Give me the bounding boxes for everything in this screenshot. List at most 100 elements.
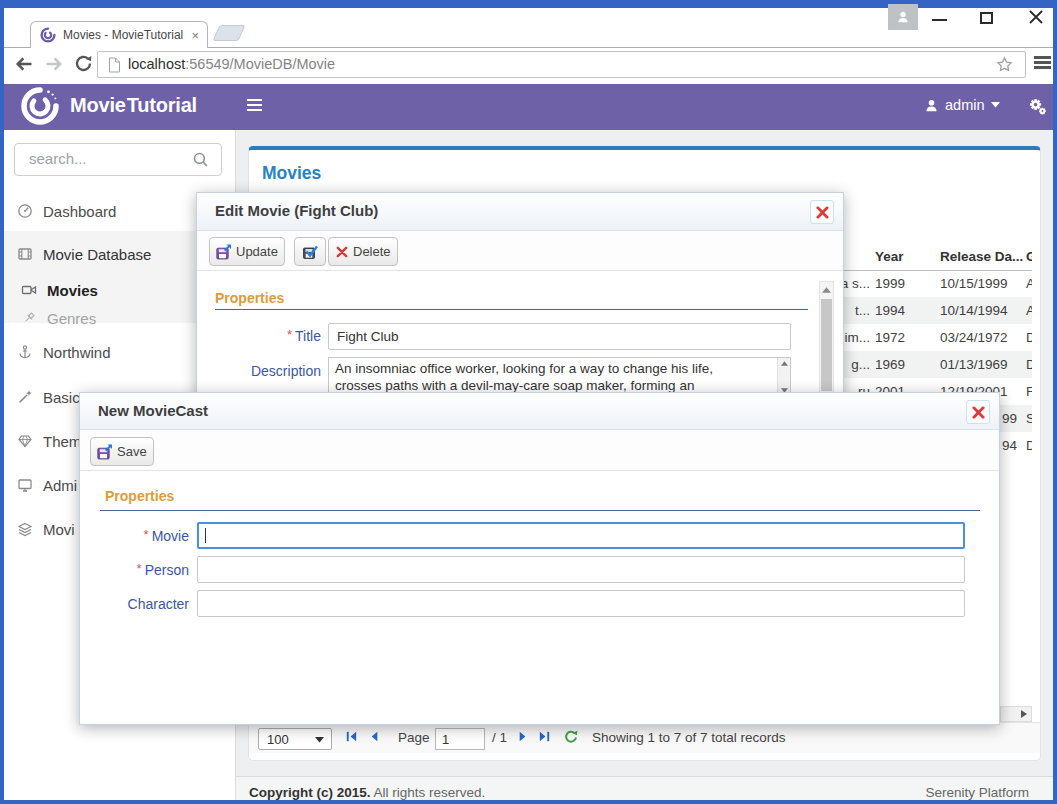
description-field-textarea[interactable]: An insomniac office worker, looking for … (328, 357, 791, 397)
cast-dialog-titlebar[interactable]: New MovieCast (80, 393, 999, 430)
last-page-button[interactable] (537, 729, 552, 748)
maximize-button[interactable] (980, 12, 993, 24)
page-label: Page (398, 730, 430, 745)
movie-field-input[interactable] (197, 522, 965, 549)
scroll-right-icon (1020, 710, 1028, 718)
cast-dialog-toolbar: Save (80, 430, 999, 471)
first-page-button[interactable] (344, 729, 359, 748)
sidebar-search[interactable]: search... (14, 143, 222, 176)
sidebar-toggle-icon[interactable] (247, 99, 262, 111)
col-header-genre[interactable]: Genre (1026, 249, 1032, 264)
refresh-icon[interactable] (563, 729, 579, 749)
film-icon (17, 246, 33, 262)
browser-window: Movies - MovieTutorial × localhost:56549… (0, 0, 1057, 804)
properties-section-line (100, 510, 980, 511)
dashboard-icon (17, 203, 33, 219)
tab-title: Movies - MovieTutorial (63, 28, 183, 42)
settings-gears-icon[interactable] (1028, 97, 1047, 120)
footer-platform: Serenity Platform (925, 785, 1029, 800)
sidebar-item-administration[interactable]: Admi (17, 472, 77, 498)
back-button[interactable] (14, 54, 34, 78)
prev-page-button[interactable] (367, 729, 382, 748)
diamond-icon (17, 433, 33, 449)
scrollbar-thumb[interactable] (821, 299, 832, 391)
forward-button[interactable] (44, 54, 64, 78)
person-field-input[interactable] (197, 556, 965, 583)
select-caret-icon (315, 737, 324, 743)
user-menu[interactable]: admin (924, 97, 1000, 113)
save-icon (216, 244, 232, 260)
page-title: Movies (262, 163, 321, 184)
person-field-label: *Person (80, 562, 189, 578)
character-field-input[interactable] (197, 590, 965, 617)
app-navbar: MovieTutorial admin (4, 84, 1053, 130)
pager-status: Showing 1 to 7 of 7 total records (592, 730, 786, 745)
sidebar-item-dashboard[interactable]: Dashboard (17, 198, 116, 224)
grid-hscrollbar[interactable] (1000, 706, 1032, 722)
address-bar[interactable]: localhost:56549/MovieDB/Movie (97, 51, 1026, 78)
save-icon (97, 444, 113, 460)
edit-dialog-titlebar[interactable]: Edit Movie (Fight Club) (197, 193, 843, 231)
cast-dialog-close-button[interactable] (966, 400, 990, 424)
next-page-button[interactable] (515, 729, 530, 748)
browser-tab[interactable]: Movies - MovieTutorial × (30, 21, 208, 48)
monitor-icon (17, 477, 33, 493)
profile-avatar[interactable] (888, 4, 918, 30)
sidebar-item-movies[interactable]: Movies (21, 277, 98, 303)
search-placeholder: search... (29, 150, 87, 167)
text-caret (205, 528, 206, 543)
character-field-label: Character (80, 596, 189, 612)
favicon (40, 27, 56, 43)
edit-dialog-toolbar: Update Delete (197, 231, 843, 271)
app-logo[interactable] (20, 86, 60, 130)
minimize-button[interactable] (932, 19, 947, 21)
page-number-input[interactable] (435, 728, 485, 750)
caret-down-icon (991, 102, 1000, 108)
video-camera-icon (21, 282, 37, 298)
anchor-icon (17, 344, 33, 360)
col-header-release-date[interactable]: Release Da... (940, 249, 1023, 264)
url-text: localhost:56549/MovieDB/Movie (128, 56, 335, 72)
close-icon (972, 406, 985, 419)
sidebar-item-movie[interactable]: Movi (17, 516, 75, 542)
col-header-year[interactable]: Year (875, 249, 904, 264)
footer-copyright: Copyright (c) 2015. All rights reserved. (249, 785, 485, 800)
sidebar-item-theme-samples[interactable]: Them (17, 428, 81, 454)
properties-section-title: Properties (105, 488, 174, 504)
save-button[interactable]: Save (90, 437, 154, 466)
movie-field-label: *Movie (80, 528, 189, 544)
title-field-label: *Title (197, 328, 321, 344)
bookmark-star-icon[interactable] (996, 56, 1013, 77)
footer: Copyright (c) 2015. All rights reserved.… (236, 776, 1053, 800)
sidebar-item-genres[interactable]: Genres (21, 305, 96, 331)
cast-dialog-title: New MovieCast (98, 402, 208, 419)
grid-pager: 100 Page / 1 Showing 1 to 7 of 7 total r… (249, 722, 1040, 753)
browser-chrome: Movies - MovieTutorial × localhost:56549… (4, 8, 1053, 84)
textarea-scrollbar[interactable] (777, 358, 790, 396)
layers-icon (17, 521, 33, 537)
delete-button[interactable]: Delete (328, 237, 398, 266)
tab-close-icon[interactable]: × (191, 28, 199, 43)
page-size-select[interactable]: 100 (258, 728, 332, 750)
browser-menu-icon[interactable] (1034, 56, 1051, 69)
update-button[interactable]: Update (209, 237, 285, 266)
sidebar-item-movie-database[interactable]: Movie Database (17, 241, 151, 267)
close-button[interactable] (1028, 9, 1044, 29)
sidebar-item-basic-samples[interactable]: Basic (17, 384, 80, 410)
edit-dialog-close-button[interactable] (810, 200, 834, 224)
new-moviecast-dialog: New MovieCast Save Properties *Movie *Pe… (79, 392, 1000, 725)
title-field-input[interactable] (328, 323, 791, 350)
properties-section-title: Properties (215, 290, 284, 306)
apply-changes-button[interactable] (294, 237, 326, 266)
edit-dialog-title: Edit Movie (Fight Club) (215, 202, 378, 219)
properties-section-line (215, 309, 808, 310)
pin-icon (21, 310, 37, 326)
delete-icon (335, 245, 349, 259)
sidebar-item-northwind[interactable]: Northwind (17, 339, 111, 365)
search-icon (192, 151, 209, 172)
new-tab-button[interactable] (212, 25, 245, 41)
reload-button[interactable] (74, 54, 93, 77)
user-name: admin (945, 97, 985, 113)
description-field-label: Description (197, 363, 321, 379)
wand-icon (17, 389, 33, 405)
